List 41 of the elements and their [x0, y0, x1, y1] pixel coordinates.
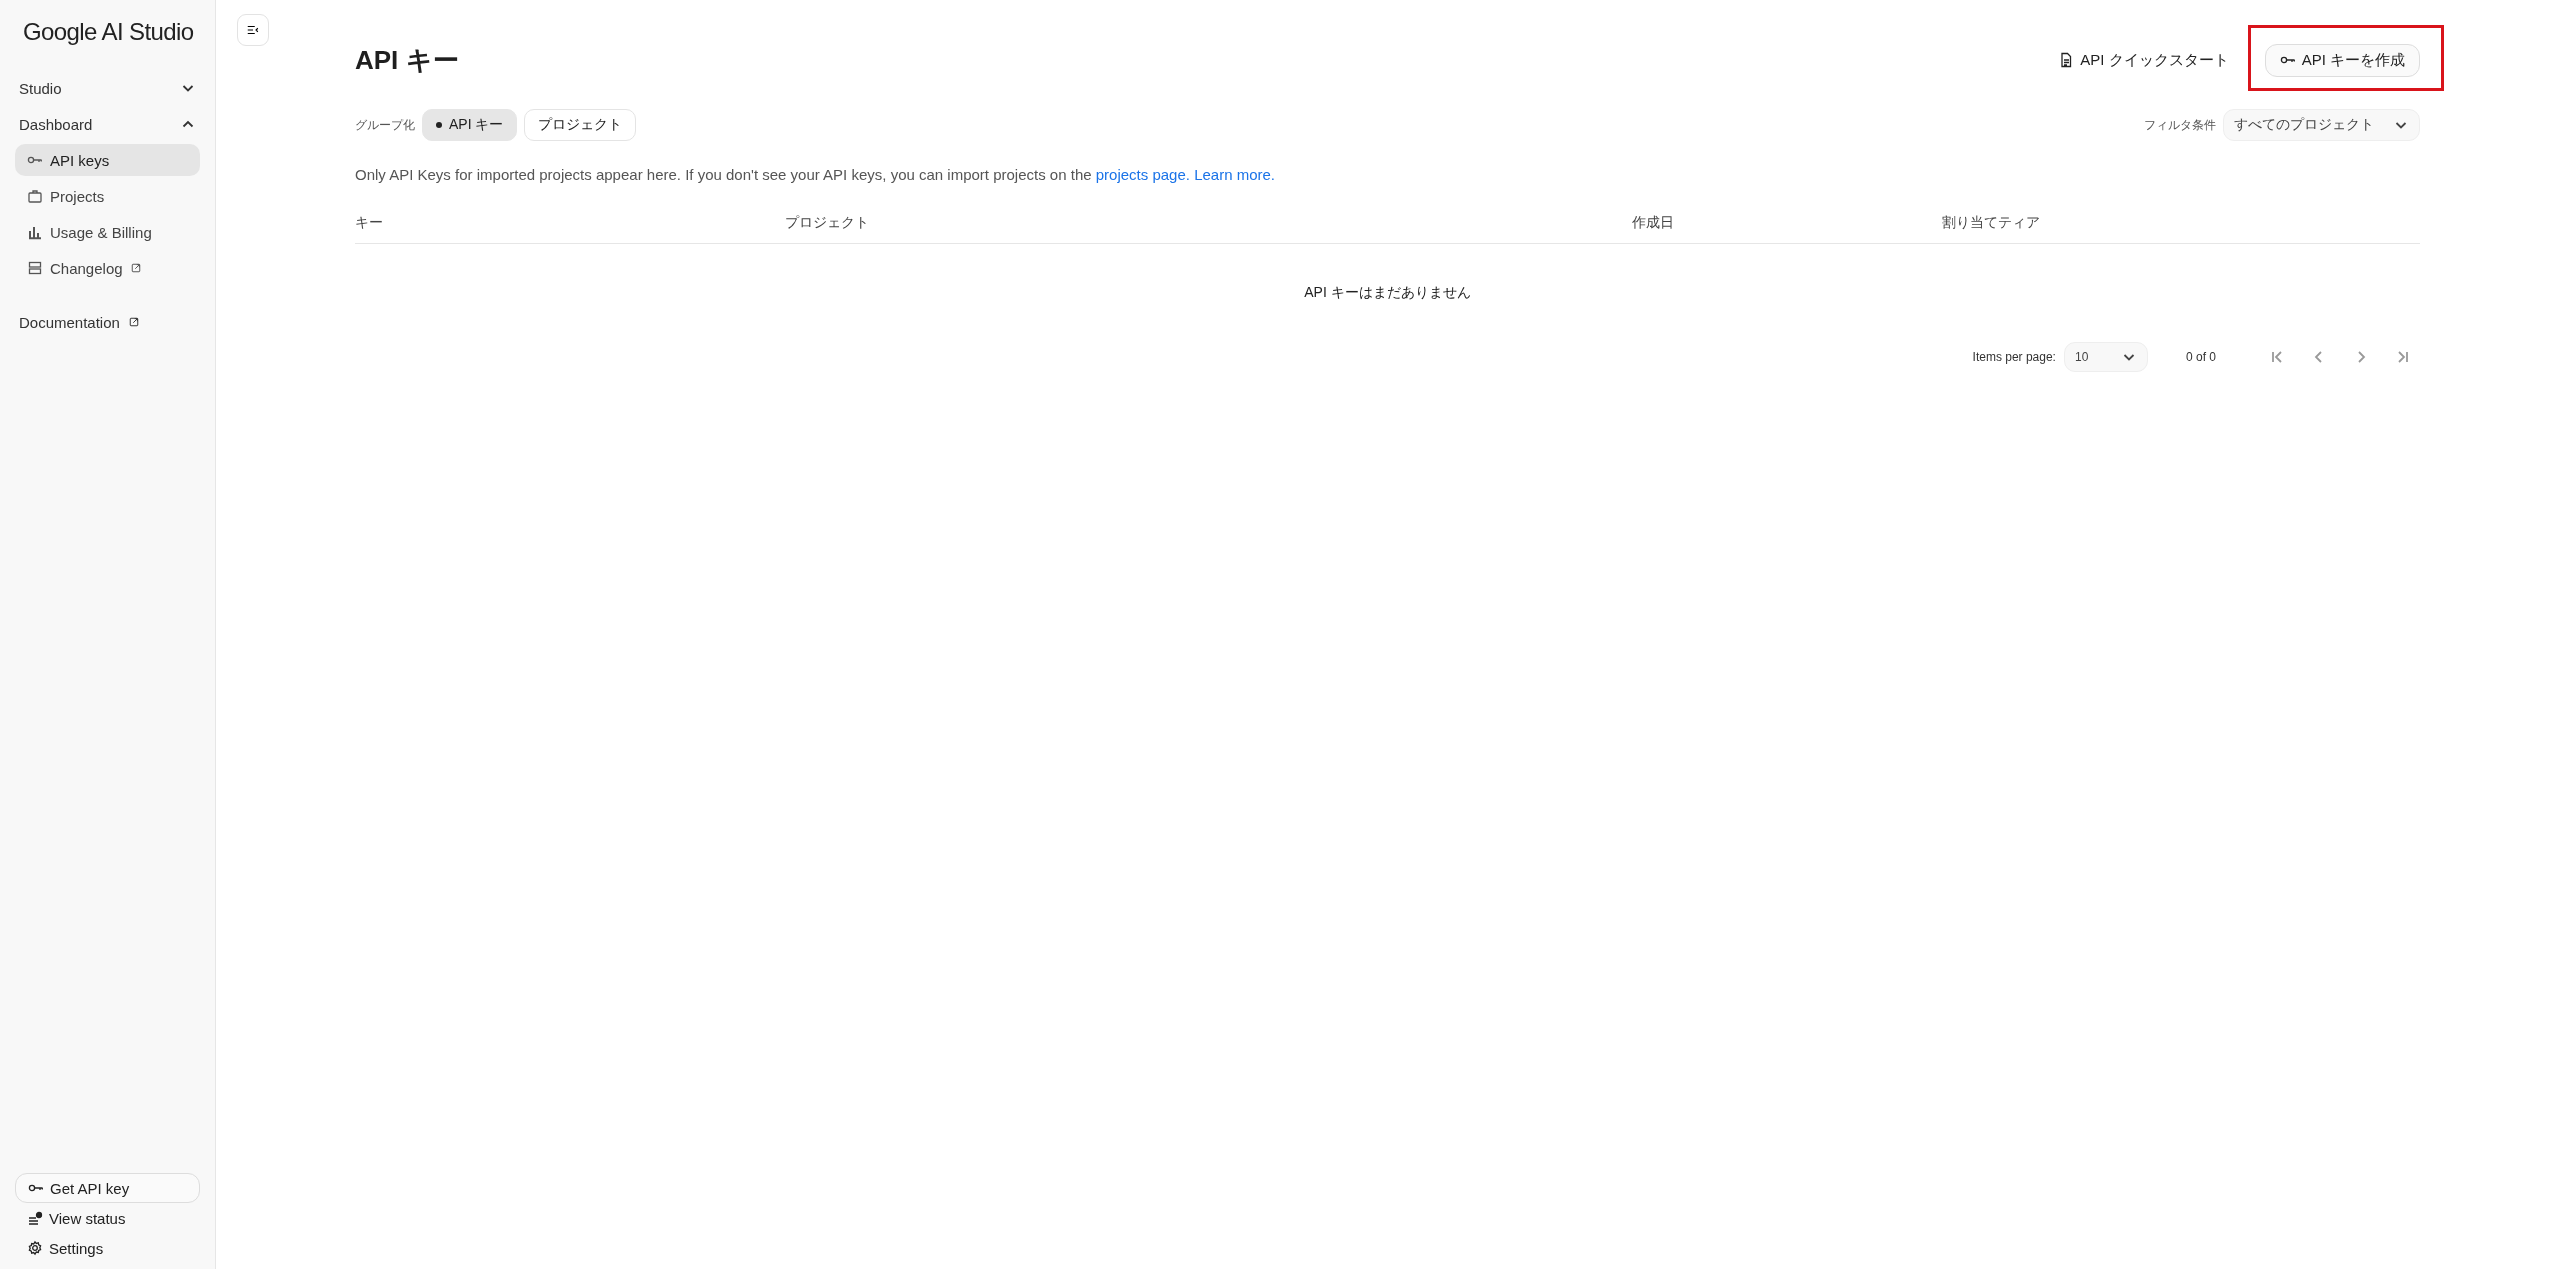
page-range: 0 of 0 — [2185, 350, 2216, 364]
collapse-sidebar-button[interactable] — [237, 14, 269, 46]
column-header: 作成日 — [1632, 214, 1675, 232]
sidebar-item[interactable]: API keys — [15, 144, 200, 176]
sidebar-item[interactable]: Usage & Billing — [15, 216, 200, 248]
external-link-icon — [127, 316, 140, 328]
filter-label: フィルタ条件 — [2144, 116, 2216, 134]
column-header: キー — [355, 214, 384, 232]
project-filter-dropdown[interactable]: すべてのプロジェクト — [2223, 109, 2420, 141]
first-page-icon — [2269, 349, 2285, 365]
stacked-rows-icon — [27, 260, 43, 276]
nav-section[interactable]: Studio — [15, 70, 200, 106]
info-link[interactable]: Learn more. — [1194, 166, 1276, 183]
group-by-label: グループ化 — [355, 116, 415, 134]
quickstart-link[interactable]: API クイックスタート — [2052, 49, 2235, 71]
info-link[interactable]: projects page. — [1095, 166, 1190, 183]
external-link-icon — [129, 262, 142, 274]
briefcase-icon — [27, 188, 43, 204]
column-header: 割り当てティア — [1942, 214, 2041, 232]
sidebar-footer-item[interactable]: View status — [15, 1203, 200, 1233]
page-title: API キー — [355, 43, 459, 77]
logo-text: Google AI Studio — [22, 18, 195, 46]
status-list-icon — [27, 1210, 43, 1226]
items-per-page-label: Items per page: — [1972, 350, 2056, 364]
gear-icon — [27, 1240, 43, 1256]
sidebar-item[interactable]: Changelog — [15, 252, 200, 284]
create-key-button[interactable]: API キーを作成 — [2264, 43, 2420, 77]
page-size-dropdown[interactable]: 10 — [2063, 342, 2148, 372]
group-chip[interactable]: プロジェクト — [524, 109, 637, 141]
sidebar-footer-item[interactable]: Settings — [15, 1233, 200, 1263]
documentation-link[interactable]: Documentation — [15, 304, 200, 340]
bar-chart-icon — [27, 224, 43, 240]
sidebar-item[interactable]: Projects — [15, 180, 200, 212]
last-page-icon — [2395, 349, 2411, 365]
column-header: プロジェクト — [785, 214, 870, 232]
empty-message: API キーはまだありません — [1304, 284, 1471, 300]
group-chip[interactable]: API キー — [422, 109, 518, 141]
collapse-menu-icon — [246, 23, 260, 37]
nav-section[interactable]: Dashboard — [15, 106, 200, 142]
info-text: Only API Keys for imported projects appear here. If you don't see your API keys, you can import projects on the projects page. Learn more. — [355, 166, 1277, 183]
get-key-button[interactable]: Get API key — [15, 1173, 200, 1203]
